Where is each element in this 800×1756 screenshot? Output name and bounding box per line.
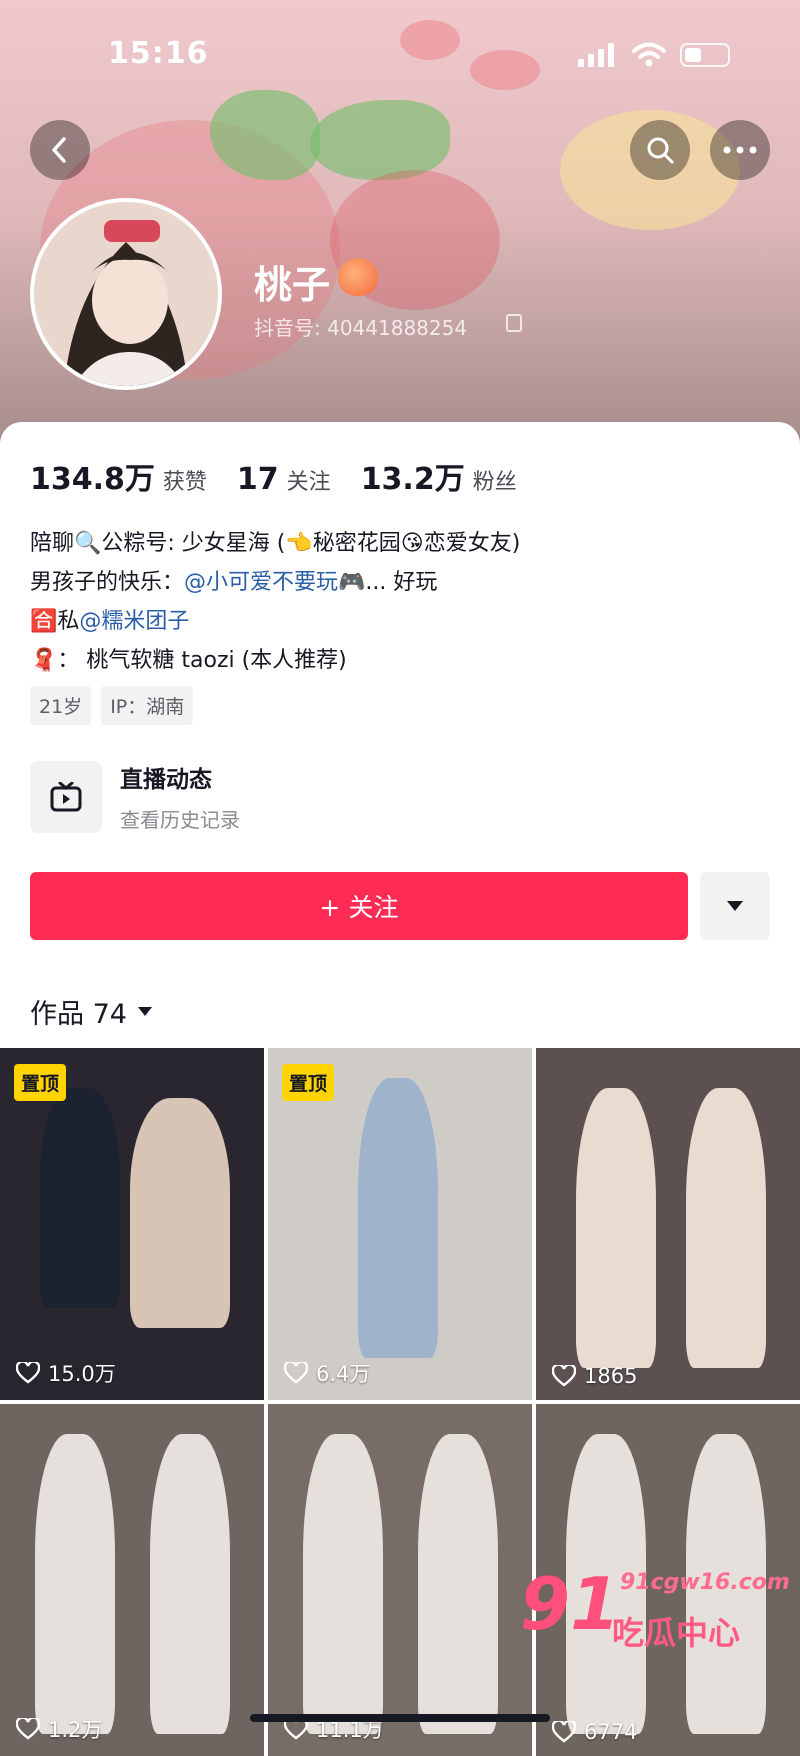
avatar-portrait — [34, 202, 218, 386]
bio-mention-link[interactable]: @糯米团子 — [79, 609, 189, 634]
bg-leaf — [310, 100, 450, 180]
video-likes-count: 6.4万 — [316, 1362, 371, 1386]
bio-line: 🈴私@糯米团子 — [30, 602, 520, 641]
video-likes-count: 1865 — [584, 1364, 638, 1388]
likes-label: 获赞 — [162, 470, 207, 495]
live-title: 直播动态 — [120, 767, 212, 793]
video-likes: 1865 — [552, 1364, 637, 1388]
status-time: 15:16 — [108, 36, 209, 71]
chevron-left-icon — [52, 137, 66, 163]
video-thumbnail[interactable]: 11.1万 — [268, 1404, 532, 1756]
heart-icon — [552, 1721, 576, 1743]
back-button[interactable] — [30, 120, 90, 180]
pinned-badge: 置顶 — [282, 1064, 335, 1101]
search-button[interactable] — [630, 120, 690, 180]
video-likes: 1.2万 — [16, 1714, 102, 1744]
follow-button[interactable]: + 关注 — [30, 872, 688, 940]
watermark-number: 91 — [520, 1562, 621, 1646]
followers-count[interactable]: 13.2万 — [361, 454, 465, 498]
battery-icon — [680, 43, 730, 67]
following-label: 关注 — [286, 470, 331, 495]
pinned-badge: 置顶 — [14, 1064, 67, 1101]
profile-name: 桃子 — [254, 263, 331, 307]
bio-line: 陪聊🔍公粽号: 少女星海 (👈秘密花园😘恋爱女友) — [30, 531, 521, 556]
more-options-button[interactable] — [710, 120, 770, 180]
avatar[interactable] — [30, 198, 222, 390]
followers-label: 粉丝 — [472, 470, 517, 495]
bio-text: ... 好玩 — [365, 570, 438, 595]
video-thumbnail[interactable]: 置顶 6.4万 — [268, 1048, 532, 1400]
wifi-icon — [632, 42, 666, 67]
live-history-entry[interactable]: 直播动态 查看历史记录 — [30, 760, 240, 833]
live-tv-icon — [30, 760, 102, 833]
video-likes: 6774 — [552, 1720, 637, 1744]
video-thumbnail[interactable]: 1865 — [536, 1048, 800, 1400]
profile-tags: 21岁 IP：湖南 — [30, 686, 194, 725]
peach-emoji-icon — [338, 258, 378, 296]
live-subtitle: 查看历史记录 — [120, 808, 240, 832]
signal-icon — [578, 43, 614, 67]
video-thumbnail[interactable]: 置顶 15.0万 — [0, 1048, 264, 1400]
heart-icon — [16, 1718, 40, 1740]
works-tab[interactable]: 作品 74 — [30, 992, 153, 1031]
douyin-id: 抖音号: 40441888254 — [254, 316, 468, 340]
age-tag: 21岁 — [30, 686, 92, 725]
follow-dropdown-button[interactable] — [700, 872, 770, 940]
heart-icon — [284, 1362, 308, 1384]
copy-icon[interactable] — [506, 314, 522, 332]
heart-icon — [552, 1365, 576, 1387]
more-dots-icon — [723, 146, 757, 154]
video-likes-count: 6774 — [584, 1720, 638, 1744]
works-label: 作品 74 — [30, 999, 127, 1030]
following-count[interactable]: 17 — [237, 462, 279, 497]
bio-text: 男孩子的快乐： — [30, 570, 185, 595]
status-bar: 15:16 — [0, 32, 800, 76]
video-likes: 6.4万 — [284, 1358, 370, 1388]
ip-location-tag: IP：湖南 — [101, 686, 194, 725]
caret-down-icon — [727, 901, 743, 911]
bio-line: 男孩子的快乐：@小可爱不要玩🎮... 好玩 — [30, 563, 520, 602]
video-likes-count: 15.0万 — [48, 1362, 116, 1386]
home-indicator — [250, 1714, 550, 1722]
video-likes-count: 1.2万 — [48, 1718, 103, 1742]
watermark-text: 吃瓜中心 — [612, 1614, 741, 1652]
caret-down-icon — [137, 1007, 152, 1016]
bio-text: 🈴私 — [30, 609, 80, 634]
search-icon — [647, 137, 674, 164]
bio-line: 🧣： 桃气软糖 taozi (本人推荐) — [30, 648, 347, 673]
watermark-url: 91cgw16.com — [620, 1570, 790, 1595]
heart-icon — [16, 1362, 40, 1384]
likes-count[interactable]: 134.8万 — [30, 454, 155, 498]
profile-stats: 134.8万 获赞 17 关注 13.2万 粉丝 — [30, 454, 547, 498]
bio-mention-link[interactable]: @小可爱不要玩🎮 — [184, 570, 365, 595]
video-likes: 15.0万 — [16, 1358, 116, 1388]
video-thumbnail[interactable]: 1.2万 — [0, 1404, 264, 1756]
site-watermark: 91 91cgw16.com 吃瓜中心 — [520, 1552, 790, 1672]
profile-bio: 陪聊🔍公粽号: 少女星海 (👈秘密花园😘恋爱女友) 男孩子的快乐：@小可爱不要玩… — [30, 524, 520, 680]
